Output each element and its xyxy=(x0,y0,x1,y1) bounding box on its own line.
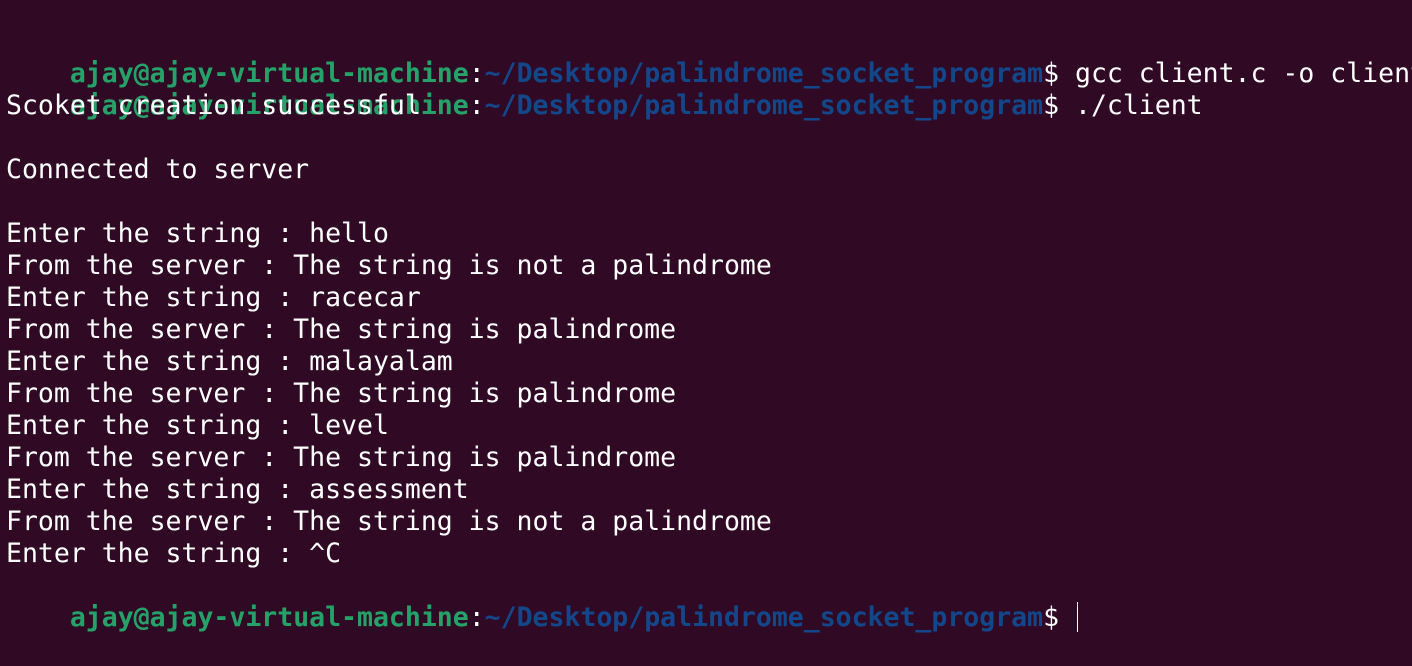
command-text: gcc client.c -o client xyxy=(1059,58,1412,89)
terminal-window[interactable]: ajay@ajay-virtual-machine:~/Desktop/pali… xyxy=(0,0,1412,633)
prompt-colon: : xyxy=(468,58,485,89)
output-line: From the server : The string is palindro… xyxy=(6,378,677,409)
prompt-colon: : xyxy=(468,90,485,121)
command-text: ./client xyxy=(1059,90,1203,121)
output-line: From the server : The string is palindro… xyxy=(6,314,677,345)
prompt-path: ~/Desktop/palindrome_socket_program xyxy=(484,602,1044,633)
output-line: From the server : The string is not a pa… xyxy=(6,250,772,281)
output-line: Enter the string : ^C xyxy=(6,538,342,569)
output-line: Enter the string : assessment xyxy=(6,474,469,505)
prompt-user-host: ajay@ajay-virtual-machine xyxy=(69,58,469,89)
prompt-user-host: ajay@ajay-virtual-machine xyxy=(69,602,469,633)
output-line: Enter the string : racecar xyxy=(6,282,421,313)
prompt-symbol: $ xyxy=(1043,602,1060,633)
text-cursor xyxy=(1077,602,1078,632)
prompt-path: ~/Desktop/palindrome_socket_program xyxy=(484,90,1044,121)
prompt-colon: : xyxy=(468,602,485,633)
prompt-line: ajay@ajay-virtual-machine:~/Desktop/pali… xyxy=(6,26,1412,89)
output-line: Enter the string : hello xyxy=(6,218,389,249)
output-line: Connected to server xyxy=(6,154,310,185)
prompt-path: ~/Desktop/palindrome_socket_program xyxy=(484,58,1044,89)
output-line: From the server : The string is not a pa… xyxy=(6,506,772,537)
output-line: From the server : The string is palindro… xyxy=(6,442,677,473)
active-prompt-line[interactable]: ajay@ajay-virtual-machine:~/Desktop/pali… xyxy=(6,570,1412,633)
output-line: Enter the string : level xyxy=(6,410,389,441)
prompt-symbol: $ xyxy=(1043,90,1060,121)
prompt-symbol: $ xyxy=(1043,58,1060,89)
command-input[interactable] xyxy=(1059,602,1075,633)
output-line: Enter the string : malayalam xyxy=(6,346,453,377)
